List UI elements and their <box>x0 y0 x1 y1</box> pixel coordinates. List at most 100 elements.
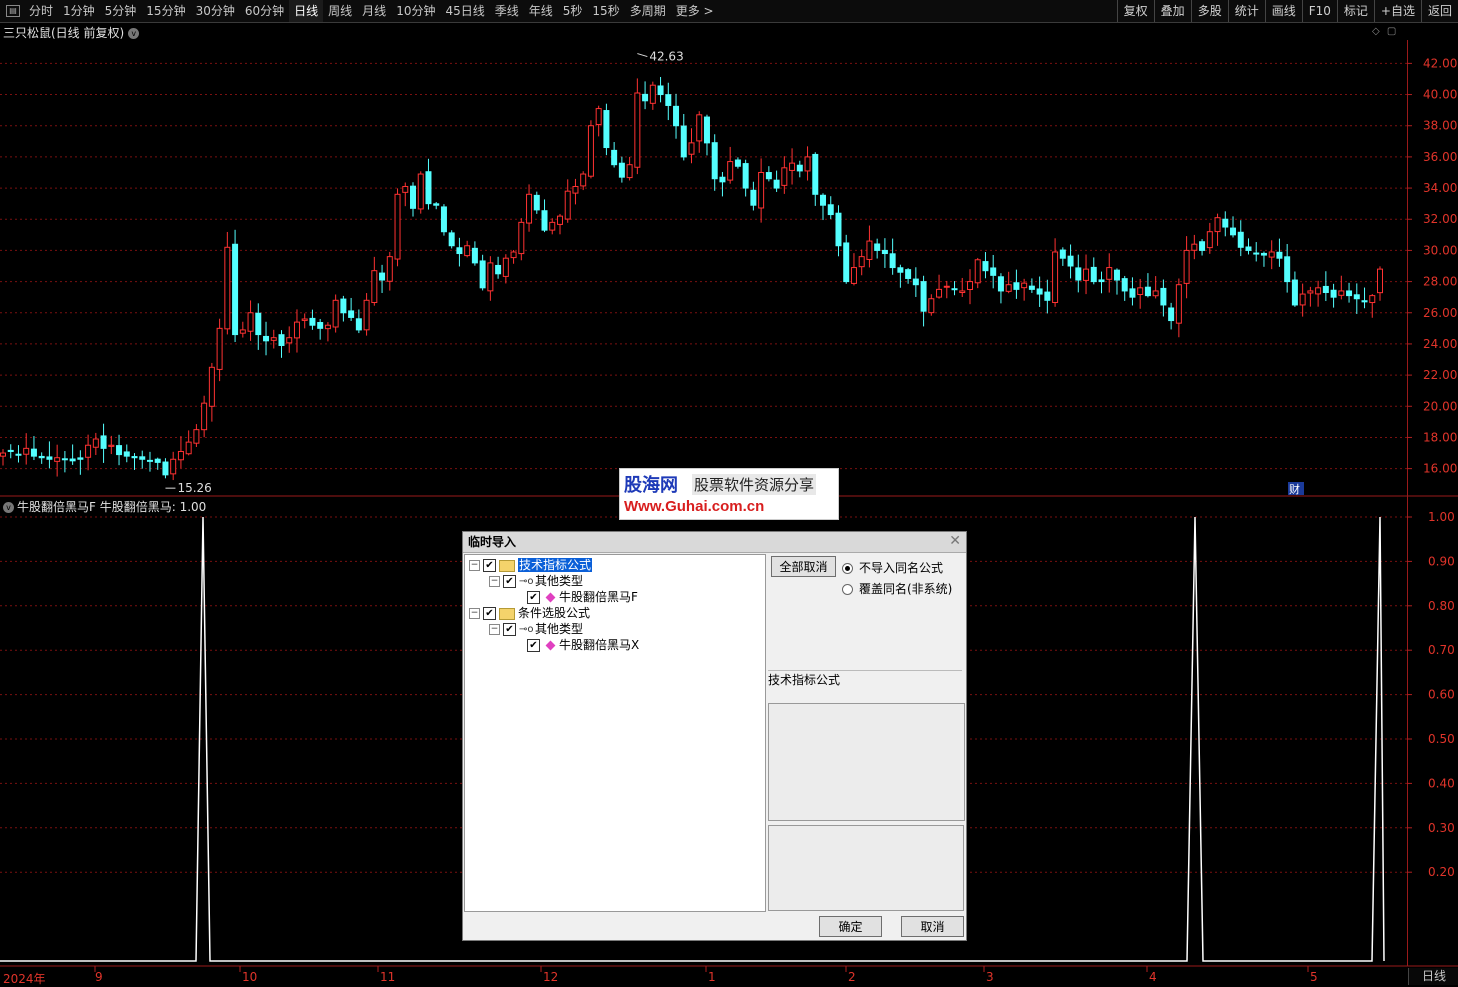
ok-button[interactable]: 确定 <box>819 916 882 937</box>
price-tick-label: 26.00 <box>1423 306 1457 320</box>
candle-up <box>781 167 788 186</box>
candle-up <box>487 262 494 292</box>
candle-down <box>100 435 107 449</box>
checkbox[interactable]: ✔ <box>503 575 516 588</box>
checkbox[interactable]: ✔ <box>527 591 540 604</box>
candle-up <box>1191 243 1198 251</box>
candle-down <box>611 149 618 166</box>
indicator-tick-label: 0.70 <box>1428 643 1455 657</box>
collapse-icon[interactable]: − <box>469 608 480 619</box>
price-tick-label: 32.00 <box>1423 212 1457 226</box>
cancel-all-button[interactable]: 全部取消 <box>771 556 836 577</box>
candle-down <box>874 243 881 251</box>
collapse-icon[interactable]: − <box>489 624 500 635</box>
detail-panel <box>768 825 964 911</box>
candle-down <box>603 110 610 149</box>
price-tick-label: 28.00 <box>1423 275 1457 289</box>
candle-down <box>1284 256 1291 283</box>
folder-icon <box>499 607 515 620</box>
candle-down <box>1276 251 1283 259</box>
candle-up <box>85 444 92 458</box>
tree-node-other-type[interactable]: − ✔ ⊸o 其他类型 <box>489 573 583 589</box>
candle-up <box>866 240 873 260</box>
candle-down <box>673 105 680 127</box>
formula-tree: − ✔ 技术指标公式 − ✔ ⊸o 其他类型 ✔ 牛股翻倍黑马F − ✔ 条件选股公式 − ✔ ⊸o… <box>464 554 766 912</box>
close-icon[interactable]: ✕ <box>949 533 961 549</box>
candle-down <box>317 322 324 329</box>
candle-down <box>355 318 362 331</box>
candle-down <box>1346 290 1353 297</box>
tree-node-label: 牛股翻倍黑马F <box>559 590 638 604</box>
candle-up <box>193 429 200 444</box>
radio-overwrite[interactable]: 覆盖同名(非系统) <box>842 580 952 597</box>
candle-up <box>1175 284 1182 324</box>
candle-down <box>1036 288 1043 295</box>
tree-node-formula-x[interactable]: ✔ 牛股翻倍黑马X <box>527 637 639 653</box>
candle-down <box>1144 286 1151 297</box>
candle-down <box>139 456 146 460</box>
candle-down <box>154 458 161 463</box>
checkbox[interactable]: ✔ <box>503 623 516 636</box>
candle-up <box>634 92 641 168</box>
candle-up <box>1106 267 1113 280</box>
candle-up <box>727 161 734 181</box>
candle-up <box>1083 268 1090 281</box>
candle-down <box>734 159 741 167</box>
tree-node-other-type[interactable]: − ✔ ⊸o 其他类型 <box>489 621 583 637</box>
cancel-button[interactable]: 取消 <box>901 916 964 937</box>
radio-label: 覆盖同名(非系统) <box>859 582 953 596</box>
candle-up <box>208 366 215 407</box>
candle-down <box>61 458 68 461</box>
candle-down <box>533 194 540 211</box>
candle-down <box>30 448 37 457</box>
candle-down <box>881 249 888 255</box>
candle-down <box>1067 255 1074 267</box>
candle-down <box>1222 218 1229 228</box>
tree-node-label: 条件选股公式 <box>518 606 591 620</box>
candle-down <box>1199 241 1206 251</box>
candle-down <box>835 212 842 247</box>
price-tick-label: 36.00 <box>1423 150 1457 164</box>
price-tick-label: 18.00 <box>1423 430 1457 444</box>
candle-down <box>471 247 478 264</box>
tree-node-screener-formulas[interactable]: − ✔ 条件选股公式 <box>469 605 590 621</box>
date-label-month: 2 <box>848 970 856 984</box>
candle-up <box>1338 290 1345 296</box>
radio-selected-icon <box>842 563 853 574</box>
candle-down <box>812 153 819 195</box>
candle-up <box>804 156 811 172</box>
checkbox[interactable]: ✔ <box>527 639 540 652</box>
indicator-tick-label: 0.30 <box>1428 821 1455 835</box>
indicator-tick-label: 0.90 <box>1428 554 1455 568</box>
price-tick-label: 22.00 <box>1423 368 1457 382</box>
candle-up <box>332 299 339 328</box>
candle-down <box>146 459 153 462</box>
candle-down <box>1245 246 1252 251</box>
tree-node-label: 技术指标公式 <box>518 558 593 572</box>
period-indicator[interactable]: 日线 <box>1408 968 1458 985</box>
date-label-month: 1 <box>708 970 716 984</box>
collapse-icon[interactable]: − <box>489 576 500 587</box>
radio-no-import[interactable]: 不导入同名公式 <box>842 559 943 576</box>
candle-down <box>680 125 687 158</box>
candle-up <box>502 257 509 277</box>
candle-down <box>1098 279 1105 283</box>
checkbox[interactable]: ✔ <box>483 559 496 572</box>
candle-up <box>858 256 865 268</box>
candle-up <box>758 171 765 209</box>
candle-up <box>1137 287 1144 295</box>
collapse-icon[interactable]: − <box>469 560 480 571</box>
tree-node-indicator-formulas[interactable]: − ✔ 技术指标公式 <box>469 557 593 573</box>
candle-down <box>889 253 896 269</box>
candle-down <box>1160 287 1167 306</box>
candle-down <box>1168 307 1175 322</box>
info-label: 技术指标公式 <box>768 670 962 703</box>
candle-up <box>92 438 99 448</box>
price-tick-label: 24.00 <box>1423 337 1457 351</box>
candle-down <box>773 179 780 189</box>
price-tick-label: 20.00 <box>1423 399 1457 413</box>
tree-node-formula-f[interactable]: ✔ 牛股翻倍黑马F <box>527 589 638 605</box>
candle-down <box>765 172 772 180</box>
candle-up <box>696 114 703 142</box>
checkbox[interactable]: ✔ <box>483 607 496 620</box>
